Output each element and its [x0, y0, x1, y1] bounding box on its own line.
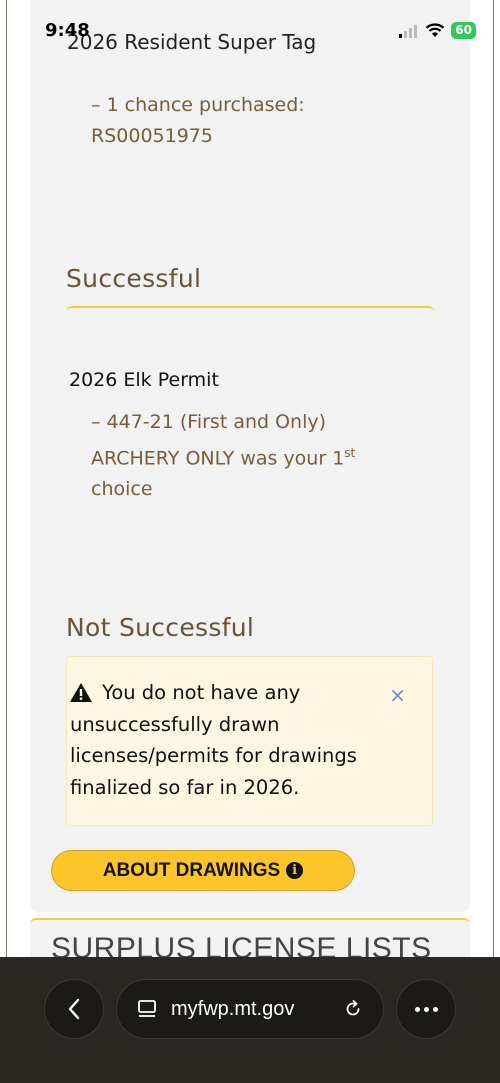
back-button[interactable]	[44, 979, 104, 1039]
page-border-left	[6, 0, 7, 1083]
permit-detail-text: – 447-21 (First and Only) ARCHERY ONLY w…	[91, 411, 345, 470]
about-drawings-button[interactable]: ABOUT DRAWINGS i	[51, 850, 355, 891]
warning-icon	[70, 683, 92, 702]
chance-purchased-label: – 1 chance purchased:	[91, 94, 305, 116]
alert-message: You do not have any unsuccessfully drawn…	[70, 677, 400, 803]
page-settings-icon	[138, 1000, 156, 1017]
status-icons: 60	[399, 22, 476, 39]
wifi-icon	[426, 23, 445, 37]
chance-number: RS00051975	[91, 125, 213, 147]
url-text: myfwp.mt.gov	[171, 997, 295, 1020]
about-drawings-label: ABOUT DRAWINGS	[102, 859, 281, 881]
more-options-button[interactable]	[396, 979, 456, 1039]
close-alert-icon[interactable]: ×	[389, 683, 406, 707]
more-dot-icon	[432, 1006, 438, 1012]
permit-detail-ordinal: st	[344, 446, 356, 460]
super-tag-title: 2026 Resident Super Tag	[67, 30, 317, 54]
page-border-right	[493, 0, 494, 1083]
successful-divider	[66, 306, 434, 316]
more-dot-icon	[414, 1006, 420, 1012]
chevron-left-icon	[68, 998, 80, 1020]
super-tag-chance: – 1 chance purchased: RS00051975	[91, 90, 305, 152]
permit-detail: – 447-21 (First and Only) ARCHERY ONLY w…	[91, 407, 401, 505]
cellular-signal-icon	[399, 24, 418, 38]
alert-message-text: You do not have any unsuccessfully drawn…	[70, 681, 357, 799]
battery-icon: 60	[451, 22, 476, 39]
permit-detail-suffix: choice	[91, 478, 153, 501]
no-unsuccessful-alert: You do not have any unsuccessfully drawn…	[66, 656, 433, 826]
info-icon: i	[286, 862, 304, 879]
address-bar[interactable]: myfwp.mt.gov	[116, 979, 384, 1039]
successful-heading: Successful	[66, 264, 202, 293]
permit-title: 2026 Elk Permit	[69, 369, 219, 391]
reload-icon[interactable]	[343, 999, 363, 1019]
status-time: 9:48	[45, 20, 90, 41]
more-dot-icon	[423, 1006, 429, 1012]
not-successful-heading: Not Successful	[66, 613, 255, 642]
